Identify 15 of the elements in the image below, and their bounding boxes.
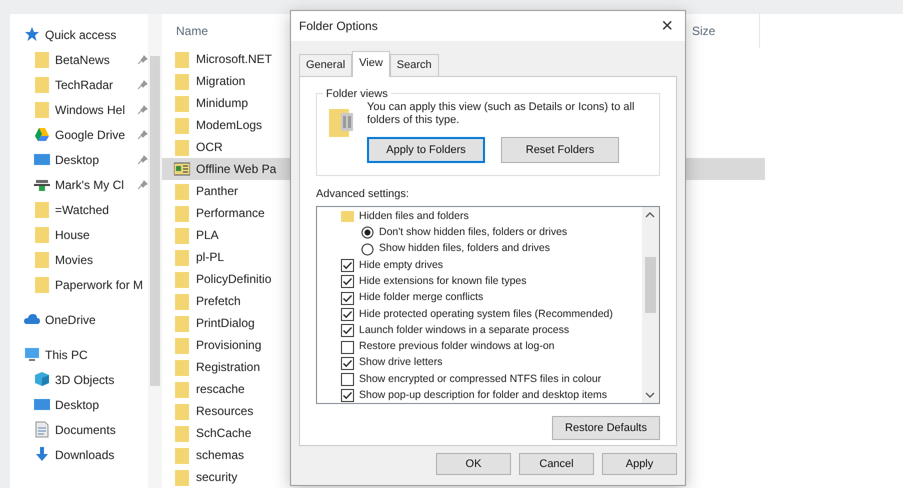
setting-label: Hide protected operating system files (Recommended) [359,306,613,322]
setting-label: Restore previous folder windows at log-on [359,339,555,354]
setting-label: Don't show hidden files, folders or drives [379,225,568,240]
setting-label: Hide folder merge conflicts [359,290,484,306]
setting-label: Hide empty drives [359,258,444,273]
dialog-title: Folder Options [299,18,378,35]
setting-label: Show encrypted or compressed NTFS files in colour [359,372,602,387]
setting-label: Hide extensions for known file types [359,274,527,289]
setting-label: Show pop-up description for folder and desktop items [359,388,608,404]
description-text: You can apply this view (such as Details or Icons) to all folders of this type. [367,100,636,126]
setting-label: Show hidden files, folders and drives [379,241,550,256]
setting-label: Hidden files and folders [359,208,469,224]
setting-label: Show drive letters [359,355,442,370]
section-label: Advanced settings: [316,187,410,202]
setting-label: Launch folder windows in a separate process [359,322,570,338]
